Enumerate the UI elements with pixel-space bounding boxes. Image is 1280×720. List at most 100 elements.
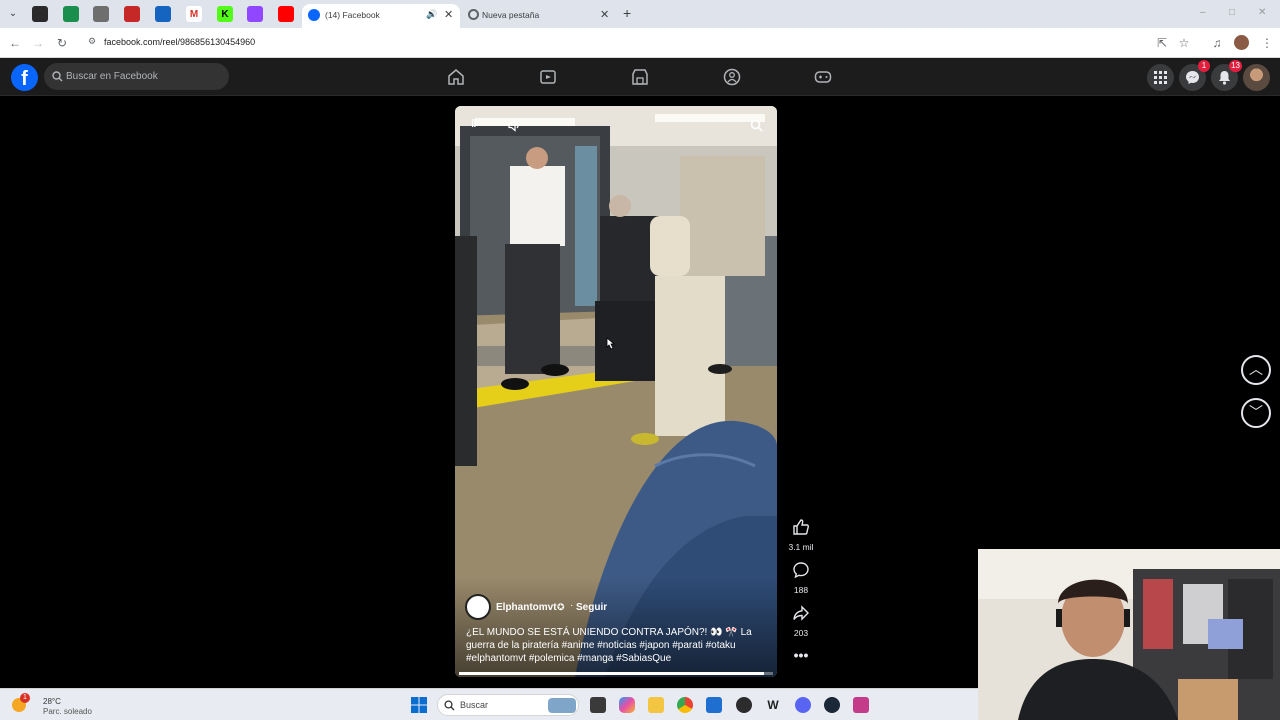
zoom-icon[interactable] <box>750 119 763 132</box>
next-reel-button[interactable]: ﹀ <box>1241 398 1271 428</box>
steam-icon[interactable] <box>824 697 840 713</box>
facebook-logo-icon[interactable]: f <box>11 64 38 91</box>
reel-caption: ¿EL MUNDO SE ESTÁ UNIENDO CONTRA JAPÓN?!… <box>466 627 752 664</box>
window-close-button[interactable]: ✕ <box>1258 8 1268 18</box>
windows-taskbar: 1 28°C Parc. soleado Buscar W <box>0 688 978 720</box>
browser-tab-strip: ⌄ M K (14) Facebook 🔊 ✕ Nueva pestaña ✕ … <box>0 0 1280 28</box>
copilot-icon[interactable] <box>619 697 635 713</box>
new-tab-button[interactable]: + <box>623 5 631 21</box>
verified-icon: ✪ <box>557 602 565 612</box>
separator-dot: · <box>570 600 574 611</box>
chrome-menu-icon[interactable]: ⋮ <box>1260 36 1274 50</box>
tab-facebook[interactable]: (14) Facebook 🔊 ✕ <box>302 4 460 28</box>
volume-icon[interactable] <box>508 119 521 132</box>
tab-audio-icon[interactable]: 🔊 <box>426 9 437 20</box>
thumbs-up-icon <box>793 519 809 535</box>
chevron-up-icon: ︿ <box>1249 361 1263 377</box>
discord-icon[interactable] <box>795 697 811 713</box>
search-icon <box>444 700 455 711</box>
youtube-tab-icon[interactable] <box>278 6 294 22</box>
reel-video[interactable]: ǁ Elphantomvt ✪ · Seguir ¿EL MUNDO SE ES… <box>455 106 777 677</box>
notifications-badge: 13 <box>1229 60 1242 72</box>
twitch-tab-icon[interactable] <box>247 6 263 22</box>
pause-button[interactable]: ǁ <box>471 118 476 130</box>
pinned-tab-1-icon[interactable] <box>32 6 48 22</box>
site-info-icon[interactable]: ⚙ <box>88 36 96 47</box>
minimize-button[interactable]: – <box>1200 8 1210 18</box>
install-app-icon[interactable]: ⇱ <box>1155 36 1169 50</box>
pinned-tab-2-icon[interactable] <box>63 6 79 22</box>
video-icon[interactable] <box>539 68 557 86</box>
search-icon <box>52 71 63 82</box>
groups-icon[interactable] <box>723 68 741 86</box>
home-icon[interactable] <box>447 68 465 86</box>
tab-search-button[interactable]: ⌄ <box>6 7 20 21</box>
weather-badge: 1 <box>20 693 30 703</box>
share-button[interactable]: 203 <box>787 604 815 638</box>
share-count: 203 <box>793 628 809 638</box>
bookmark-star-icon[interactable]: ☆ <box>1177 36 1191 50</box>
bell-icon <box>1219 71 1230 85</box>
messenger-badge: 1 <box>1198 60 1210 72</box>
comment-count: 188 <box>793 585 809 595</box>
menu-grid-button[interactable] <box>1147 64 1174 91</box>
like-count: 3.1 mil <box>788 542 814 552</box>
address-bar[interactable]: ⚙ facebook.com/reel/986856130454960 <box>80 32 1200 54</box>
back-button[interactable]: ← <box>8 36 22 50</box>
forward-button[interactable]: → <box>31 36 45 50</box>
webcam-overlay <box>978 549 1280 720</box>
comment-icon <box>793 562 809 579</box>
tab-title: (14) Facebook <box>325 10 380 20</box>
app-w-icon[interactable]: W <box>765 697 781 713</box>
media-controls-icon[interactable]: ♫ <box>1210 36 1224 50</box>
profile-avatar[interactable] <box>1234 35 1249 50</box>
windows-start-icon[interactable] <box>411 697 427 713</box>
tab-close-icon[interactable]: ✕ <box>444 8 453 21</box>
reload-button[interactable]: ↻ <box>55 36 69 50</box>
kick-tab-icon[interactable]: K <box>217 6 233 22</box>
microsoft-store-icon[interactable] <box>706 697 722 713</box>
share-icon <box>793 605 809 621</box>
weather-widget[interactable]: 1 28°C Parc. soleado <box>10 692 100 718</box>
app-active-icon[interactable] <box>853 697 869 713</box>
facebook-favicon-icon <box>308 9 320 21</box>
author-avatar[interactable] <box>465 594 491 620</box>
task-view-icon[interactable] <box>590 697 606 713</box>
chrome-icon[interactable] <box>677 697 693 713</box>
obs-icon[interactable] <box>736 697 752 713</box>
account-avatar[interactable] <box>1243 64 1270 91</box>
temperature: 28°C <box>43 697 61 706</box>
video-progress-bar[interactable] <box>459 672 773 675</box>
maximize-button[interactable]: □ <box>1229 8 1239 18</box>
weather-text: 28°C Parc. soleado <box>43 697 92 717</box>
facebook-header: f Buscar en Facebook 1 13 <box>0 58 1280 96</box>
search-highlight-image <box>548 698 576 713</box>
notifications-button[interactable]: 13 <box>1211 60 1242 91</box>
messenger-icon <box>1186 71 1199 84</box>
follow-button[interactable]: Seguir <box>576 602 607 613</box>
url-text: facebook.com/reel/986856130454960 <box>104 37 256 47</box>
pinned-tab-3-icon[interactable] <box>93 6 109 22</box>
video-progress-fill <box>459 672 764 675</box>
chevron-down-icon: ﹀ <box>1249 404 1263 420</box>
previous-reel-button[interactable]: ︿ <box>1241 355 1271 385</box>
pinned-tab-5-icon[interactable] <box>155 6 171 22</box>
file-explorer-icon[interactable] <box>648 697 664 713</box>
weather-condition: Parc. soleado <box>43 707 92 716</box>
chrome-favicon-icon <box>468 9 479 20</box>
facebook-search-input[interactable]: Buscar en Facebook <box>44 63 229 90</box>
tab-new[interactable]: Nueva pestaña ✕ <box>462 4 616 28</box>
taskbar-search-input[interactable]: Buscar <box>437 694 579 716</box>
marketplace-icon[interactable] <box>631 68 649 86</box>
grid-icon <box>1154 71 1167 84</box>
messenger-button[interactable]: 1 <box>1179 60 1210 91</box>
tab-title: Nueva pestaña <box>482 10 540 20</box>
gaming-icon[interactable] <box>814 68 832 86</box>
author-name[interactable]: Elphantomvt <box>496 602 557 613</box>
more-options-button[interactable]: ••• <box>787 648 815 662</box>
tab-close-icon[interactable]: ✕ <box>600 8 609 21</box>
like-button[interactable]: 3.1 mil <box>787 518 815 552</box>
comment-button[interactable]: 188 <box>787 561 815 595</box>
gmail-tab-icon[interactable]: M <box>186 6 202 22</box>
pinned-tab-4-icon[interactable] <box>124 6 140 22</box>
